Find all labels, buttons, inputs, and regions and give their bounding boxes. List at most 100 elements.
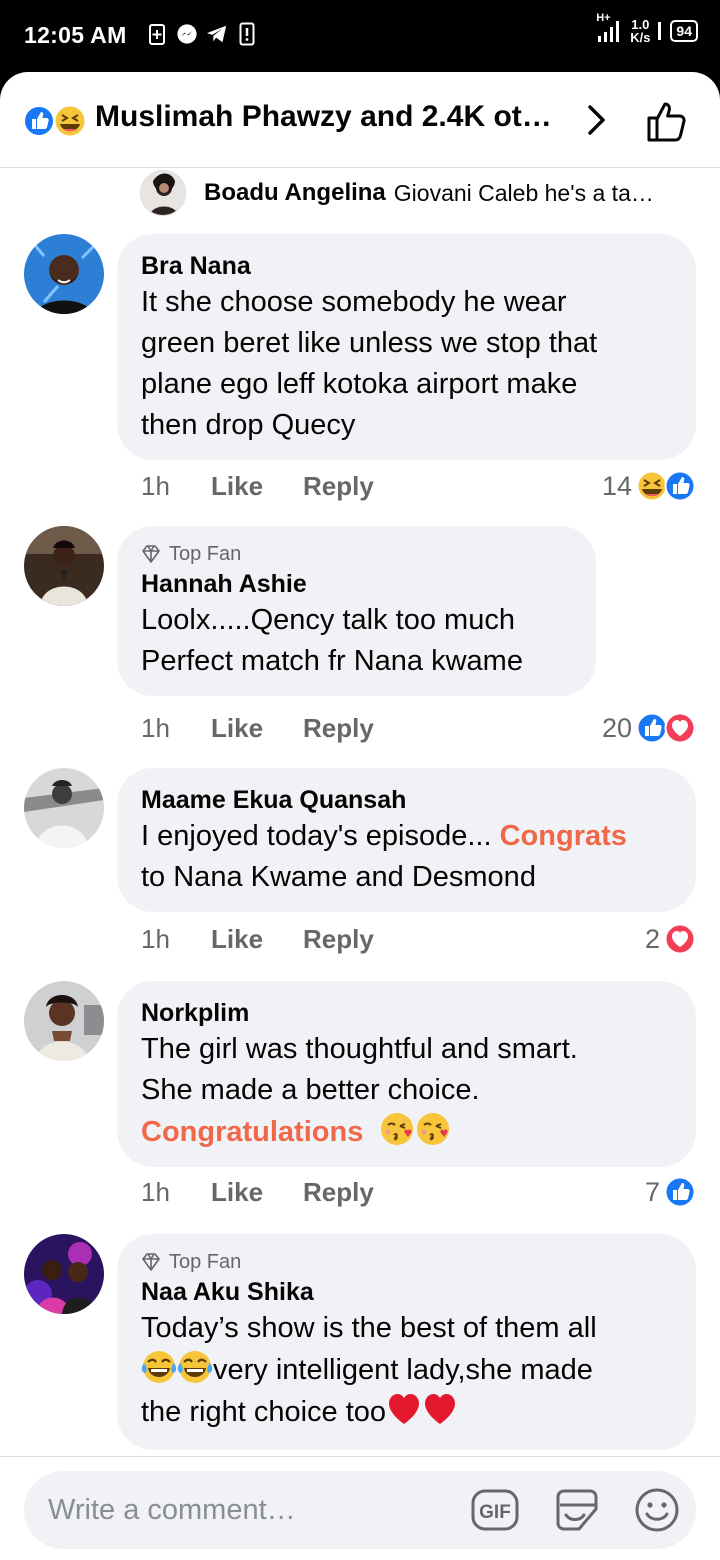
- sticker-icon[interactable]: [552, 1485, 602, 1535]
- comment-text-line: then drop Quecy: [141, 409, 356, 441]
- comment-time[interactable]: 1h: [141, 713, 211, 744]
- comment-text-line: She made a better choice.: [141, 1074, 480, 1106]
- comment-author[interactable]: Hannah Ashie: [141, 568, 572, 600]
- comment-text-line: plane ego leff kotoka airport make: [141, 368, 578, 400]
- comment-text-line: Today’s show is the best of them all: [141, 1312, 597, 1344]
- comment-text-line: Loolx.....Qency talk too much: [141, 604, 515, 636]
- messenger-icon: [176, 22, 198, 46]
- comment-actions: 1h Like Reply: [141, 919, 374, 959]
- comment-text-line: the right choice too: [141, 1391, 672, 1433]
- love-reaction-icon: [664, 712, 696, 744]
- comment-text-line: Congratulations: [141, 1111, 672, 1153]
- battery-level: 94: [670, 20, 698, 42]
- like-button[interactable]: Like: [211, 713, 303, 744]
- comment-text-line: to Nana Kwame and Desmond: [141, 861, 536, 893]
- reply-button[interactable]: Reply: [303, 471, 374, 502]
- reaction-summary[interactable]: 20: [602, 708, 696, 748]
- like-button[interactable]: Like: [211, 924, 303, 955]
- like-haha-reactions-icon: [23, 104, 87, 138]
- status-bar: 12:05 AM H+ 1.0 K/s 94: [0, 0, 720, 72]
- tears-of-joy-emoji: [177, 1351, 213, 1383]
- comment-input[interactable]: [48, 1483, 468, 1537]
- signal-icon: H+: [596, 12, 622, 44]
- comment-text-line: Perfect match fr Nana kwame: [141, 645, 523, 677]
- top-fan-badge: Top Fan: [141, 542, 572, 566]
- notification-icons: [146, 22, 258, 46]
- comment-time[interactable]: 1h: [141, 924, 211, 955]
- comment-actions: 1h Like Reply: [141, 466, 374, 506]
- like-button[interactable]: Like: [211, 1177, 303, 1208]
- reply-button[interactable]: Reply: [303, 713, 374, 744]
- alert-phone-icon: [236, 22, 258, 46]
- comment-text-line: very intelligent lady,she made: [141, 1349, 672, 1391]
- kiss-emoji: [381, 1113, 414, 1145]
- avatar[interactable]: [24, 981, 104, 1061]
- avatar[interactable]: [140, 170, 186, 216]
- diamond-icon: [142, 1253, 160, 1271]
- keyword-highlight[interactable]: Congrats: [500, 820, 627, 852]
- comment-bubble[interactable]: Bra Nana It she choose somebody he wear …: [117, 234, 696, 460]
- comment-actions: 1h Like Reply: [141, 1172, 374, 1212]
- reaction-summary[interactable]: 2: [645, 919, 696, 959]
- love-reaction-icon: [664, 923, 696, 955]
- comment-time[interactable]: 1h: [141, 1177, 211, 1208]
- comment-bubble[interactable]: Maame Ekua Quansah I enjoyed today's epi…: [117, 768, 696, 912]
- comment-bubble[interactable]: Top Fan Hannah Ashie Loolx.....Qency tal…: [117, 526, 596, 696]
- comment-text-line: I enjoyed today's episode... Congrats: [141, 816, 672, 857]
- comment-author[interactable]: Bra Nana: [141, 250, 672, 282]
- comment-text-line: green beret like unless we stop that: [141, 327, 598, 359]
- top-fan-label: Top Fan: [169, 542, 242, 565]
- bar-icon: [658, 22, 662, 40]
- avatar[interactable]: [24, 768, 104, 848]
- kiss-emoji: [417, 1113, 450, 1145]
- red-heart-emoji: [425, 1394, 456, 1424]
- reply-preview[interactable]: Boadu Angelina Giovani Caleb he's a ta…: [140, 168, 654, 218]
- like-button[interactable]: Like: [211, 471, 303, 502]
- comment-actions: 1h Like Reply: [141, 708, 374, 748]
- comments-sheet: Muslimah Phawzy and 2.4K ot… Boadu Angel…: [0, 72, 720, 1560]
- comment-time[interactable]: 1h: [141, 471, 211, 502]
- reply-button[interactable]: Reply: [303, 924, 374, 955]
- gif-icon[interactable]: GIF: [470, 1485, 520, 1535]
- comment-text-line: It she choose somebody he wear: [141, 286, 567, 318]
- comment-text: very intelligent lady,she made: [213, 1354, 593, 1386]
- reaction-count: 20: [601, 712, 632, 743]
- like-reaction-icon: [664, 1176, 696, 1208]
- comment-composer[interactable]: GIF: [24, 1471, 696, 1549]
- reaction-count: 7: [644, 1176, 660, 1207]
- reaction-count: 2: [644, 923, 660, 954]
- comment-text: the right choice too: [141, 1396, 387, 1428]
- speed-unit: K/s: [630, 30, 651, 45]
- telegram-icon: [206, 22, 228, 46]
- like-thumb-icon[interactable]: [645, 98, 691, 144]
- reactions-summary-title[interactable]: Muslimah Phawzy and 2.4K ot…: [95, 100, 565, 134]
- top-fan-badge: Top Fan: [141, 1250, 672, 1274]
- comment-bubble[interactable]: Norkplim The girl was thoughtful and sma…: [117, 981, 696, 1167]
- comment-bubble[interactable]: Top Fan Naa Aku Shika Today’s show is th…: [117, 1234, 696, 1450]
- comment-author[interactable]: Maame Ekua Quansah: [141, 784, 672, 816]
- chevron-right-icon[interactable]: [580, 102, 614, 138]
- status-time: 12:05 AM: [24, 22, 127, 48]
- avatar[interactable]: [24, 234, 104, 314]
- battery-saver-icon: [146, 22, 168, 46]
- reaction-summary[interactable]: 7: [645, 1172, 696, 1212]
- keyword-highlight[interactable]: Congratulations: [141, 1116, 363, 1148]
- diamond-icon: [142, 545, 160, 563]
- reaction-summary[interactable]: 14: [602, 466, 696, 506]
- reply-snippet: Giovani Caleb he's a ta…: [393, 179, 654, 206]
- reactions-header[interactable]: Muslimah Phawzy and 2.4K ot…: [0, 72, 720, 168]
- system-status: H+ 1.0 K/s 94: [596, 12, 698, 44]
- comment-text-line: The girl was thoughtful and smart.: [141, 1033, 578, 1065]
- network-speed: 1.0 K/s: [630, 18, 650, 44]
- top-fan-label: Top Fan: [169, 1250, 242, 1273]
- gif-label: GIF: [479, 1502, 511, 1523]
- avatar[interactable]: [24, 1234, 104, 1314]
- avatar[interactable]: [24, 526, 104, 606]
- comment-author[interactable]: Naa Aku Shika: [141, 1276, 672, 1308]
- red-heart-emoji: [389, 1394, 420, 1424]
- reply-author[interactable]: Boadu Angelina: [204, 179, 386, 207]
- like-reaction-icon: [664, 470, 696, 502]
- emoji-icon[interactable]: [632, 1485, 682, 1535]
- comment-author[interactable]: Norkplim: [141, 997, 672, 1029]
- reply-button[interactable]: Reply: [303, 1177, 374, 1208]
